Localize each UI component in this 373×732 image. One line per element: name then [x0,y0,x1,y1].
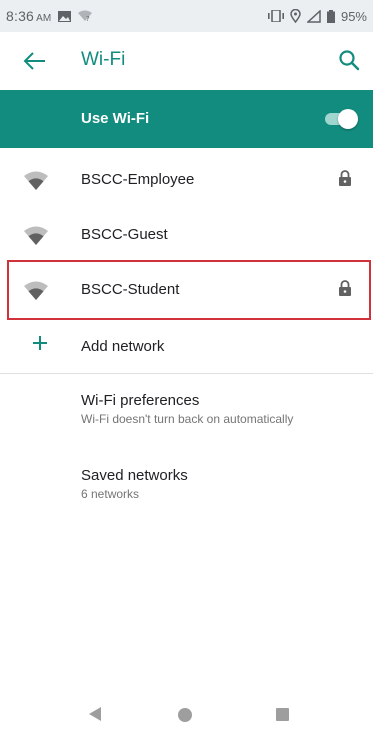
status-bar-left: 8:36 AM ? [6,8,93,24]
plus-icon [33,336,47,350]
status-time: 8:36 AM [6,8,52,24]
lock-icon [339,170,351,186]
nav-back-icon[interactable] [88,706,102,722]
status-bar: 8:36 AM ? 95% [0,0,373,32]
network-name: BSCC-Employee [81,171,195,188]
network-name: BSCC-Guest [81,226,168,243]
status-ampm: AM [36,13,52,24]
arrow-left-icon[interactable] [22,51,46,71]
wifi-question-icon: ? [78,10,93,22]
wifi-signal-icon [24,226,48,245]
wifi-preferences-subtitle: Wi-Fi doesn't turn back on automatically [81,412,294,426]
divider [0,373,373,374]
app-bar: Wi-Fi [0,32,373,90]
search-icon[interactable] [337,48,361,72]
nav-home-icon[interactable] [178,708,192,722]
battery-percent: 95% [340,8,367,24]
page-title: Wi-Fi [81,49,126,70]
wifi-signal-icon [24,171,48,190]
saved-networks-subtitle: 6 networks [81,487,140,501]
location-icon [290,9,301,23]
saved-networks-item[interactable]: Saved networks 6 networks [81,467,188,501]
wifi-preferences-title: Wi-Fi preferences [81,392,200,409]
use-wifi-row[interactable]: Use Wi-Fi [0,90,373,148]
toggle-thumb [338,109,358,129]
network-row-bscc-guest[interactable]: BSCC-Guest [0,208,373,263]
status-bar-right: 95% [267,8,367,24]
use-wifi-toggle[interactable] [322,109,358,129]
nav-recents-icon[interactable] [276,708,289,721]
navigation-bar [0,700,373,732]
add-network-label: Add network [81,338,165,355]
svg-text:?: ? [86,15,90,22]
use-wifi-label: Use Wi-Fi [81,110,150,127]
cell-signal-icon [306,9,321,23]
highlight-box [7,260,371,320]
add-network-row[interactable]: Add network [0,318,373,373]
saved-networks-title: Saved networks [81,467,188,484]
network-row-bscc-employee[interactable]: BSCC-Employee [0,153,373,208]
image-notification-icon [58,10,72,22]
battery-icon [326,9,335,23]
vibrate-icon [267,10,284,22]
wifi-preferences-item[interactable]: Wi-Fi preferences Wi-Fi doesn't turn bac… [81,392,293,426]
